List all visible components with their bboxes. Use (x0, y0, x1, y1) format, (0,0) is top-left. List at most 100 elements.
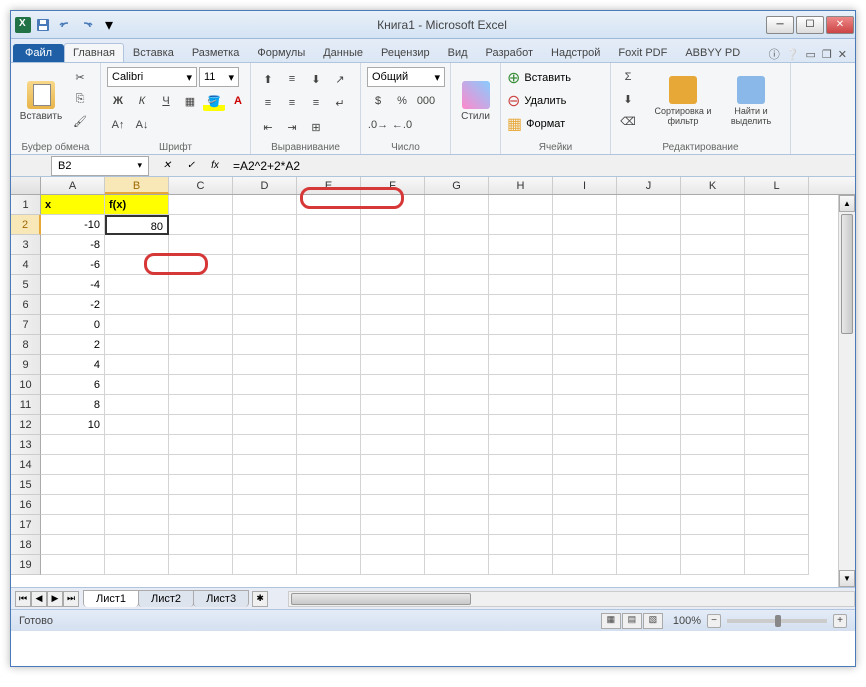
row-header-9[interactable]: 9 (11, 355, 41, 375)
cell-A7[interactable]: 0 (41, 315, 105, 335)
cell-J19[interactable] (617, 555, 681, 575)
cell-E19[interactable] (297, 555, 361, 575)
cell-E17[interactable] (297, 515, 361, 535)
copy-button[interactable]: ⎘ (69, 89, 91, 109)
cell-H14[interactable] (489, 455, 553, 475)
cell-H15[interactable] (489, 475, 553, 495)
row-header-3[interactable]: 3 (11, 235, 41, 255)
tab-надстрой[interactable]: Надстрой (542, 43, 609, 62)
cell-J15[interactable] (617, 475, 681, 495)
cell-H13[interactable] (489, 435, 553, 455)
cell-J12[interactable] (617, 415, 681, 435)
enter-formula-button[interactable]: ✓ (181, 157, 201, 175)
cell-A14[interactable] (41, 455, 105, 475)
cell-D14[interactable] (233, 455, 297, 475)
cell-E8[interactable] (297, 335, 361, 355)
cell-K11[interactable] (681, 395, 745, 415)
cell-E7[interactable] (297, 315, 361, 335)
cell-L3[interactable] (745, 235, 809, 255)
cell-A19[interactable] (41, 555, 105, 575)
font-color-button[interactable]: A (227, 91, 249, 111)
cell-K17[interactable] (681, 515, 745, 535)
cell-G2[interactable] (425, 215, 489, 235)
cell-I6[interactable] (553, 295, 617, 315)
cell-G14[interactable] (425, 455, 489, 475)
help-icon[interactable]: ❔ (786, 48, 800, 61)
column-header-C[interactable]: C (169, 177, 233, 194)
cell-C3[interactable] (169, 235, 233, 255)
cell-C9[interactable] (169, 355, 233, 375)
cell-L7[interactable] (745, 315, 809, 335)
decrease-indent-button[interactable]: ⇤ (257, 117, 279, 137)
qat-undo[interactable] (55, 15, 75, 35)
cell-C10[interactable] (169, 375, 233, 395)
cell-L17[interactable] (745, 515, 809, 535)
cell-F15[interactable] (361, 475, 425, 495)
cell-E18[interactable] (297, 535, 361, 555)
cell-D11[interactable] (233, 395, 297, 415)
cell-H9[interactable] (489, 355, 553, 375)
cell-C2[interactable] (169, 215, 233, 235)
cell-E1[interactable] (297, 195, 361, 215)
row-header-12[interactable]: 12 (11, 415, 41, 435)
cell-D19[interactable] (233, 555, 297, 575)
column-header-J[interactable]: J (617, 177, 681, 194)
cell-I5[interactable] (553, 275, 617, 295)
cell-D4[interactable] (233, 255, 297, 275)
mdi-restore-icon[interactable]: ❐ (822, 48, 832, 61)
tab-формулы[interactable]: Формулы (248, 43, 314, 62)
cell-F10[interactable] (361, 375, 425, 395)
cell-A15[interactable] (41, 475, 105, 495)
column-header-H[interactable]: H (489, 177, 553, 194)
cell-I18[interactable] (553, 535, 617, 555)
close-button[interactable]: ✕ (826, 16, 854, 34)
cell-F6[interactable] (361, 295, 425, 315)
cell-L9[interactable] (745, 355, 809, 375)
zoom-slider[interactable] (727, 619, 827, 623)
cell-G16[interactable] (425, 495, 489, 515)
qat-redo[interactable] (77, 15, 97, 35)
cut-button[interactable]: ✂ (69, 67, 91, 87)
cell-H2[interactable] (489, 215, 553, 235)
underline-button[interactable]: Ч (155, 91, 177, 111)
cell-G9[interactable] (425, 355, 489, 375)
currency-button[interactable]: $ (367, 91, 389, 111)
increase-decimal-button[interactable]: .0→ (367, 115, 389, 135)
clear-button[interactable]: ⌫ (617, 111, 639, 131)
cell-D2[interactable] (233, 215, 297, 235)
tab-главная[interactable]: Главная (64, 43, 124, 62)
cell-B18[interactable] (105, 535, 169, 555)
bold-button[interactable]: Ж (107, 91, 129, 111)
cell-K9[interactable] (681, 355, 745, 375)
cell-A5[interactable]: -4 (41, 275, 105, 295)
cell-H12[interactable] (489, 415, 553, 435)
cell-J13[interactable] (617, 435, 681, 455)
cell-C19[interactable] (169, 555, 233, 575)
align-middle-button[interactable]: ≡ (281, 69, 303, 89)
fill-button[interactable]: ⬇ (617, 89, 639, 109)
cell-J2[interactable] (617, 215, 681, 235)
format-painter-button[interactable]: 🖌 (69, 111, 91, 131)
cell-E5[interactable] (297, 275, 361, 295)
column-header-G[interactable]: G (425, 177, 489, 194)
cell-I3[interactable] (553, 235, 617, 255)
sheet-tab-Лист2[interactable]: Лист2 (138, 590, 194, 607)
cell-F9[interactable] (361, 355, 425, 375)
scroll-up-button[interactable]: ▲ (839, 195, 855, 212)
cell-I10[interactable] (553, 375, 617, 395)
cell-A1[interactable]: x (41, 195, 105, 215)
cell-G19[interactable] (425, 555, 489, 575)
cell-I11[interactable] (553, 395, 617, 415)
tab-вставка[interactable]: Вставка (124, 43, 183, 62)
cell-C18[interactable] (169, 535, 233, 555)
cell-C1[interactable] (169, 195, 233, 215)
cell-B17[interactable] (105, 515, 169, 535)
find-select-button[interactable]: Найти и выделить (719, 67, 783, 135)
cell-G7[interactable] (425, 315, 489, 335)
new-sheet-button[interactable]: ✱ (252, 591, 268, 607)
cell-G17[interactable] (425, 515, 489, 535)
cell-A12[interactable]: 10 (41, 415, 105, 435)
name-box[interactable]: B2▾ (51, 156, 149, 176)
cell-F7[interactable] (361, 315, 425, 335)
formula-input[interactable] (229, 157, 855, 175)
